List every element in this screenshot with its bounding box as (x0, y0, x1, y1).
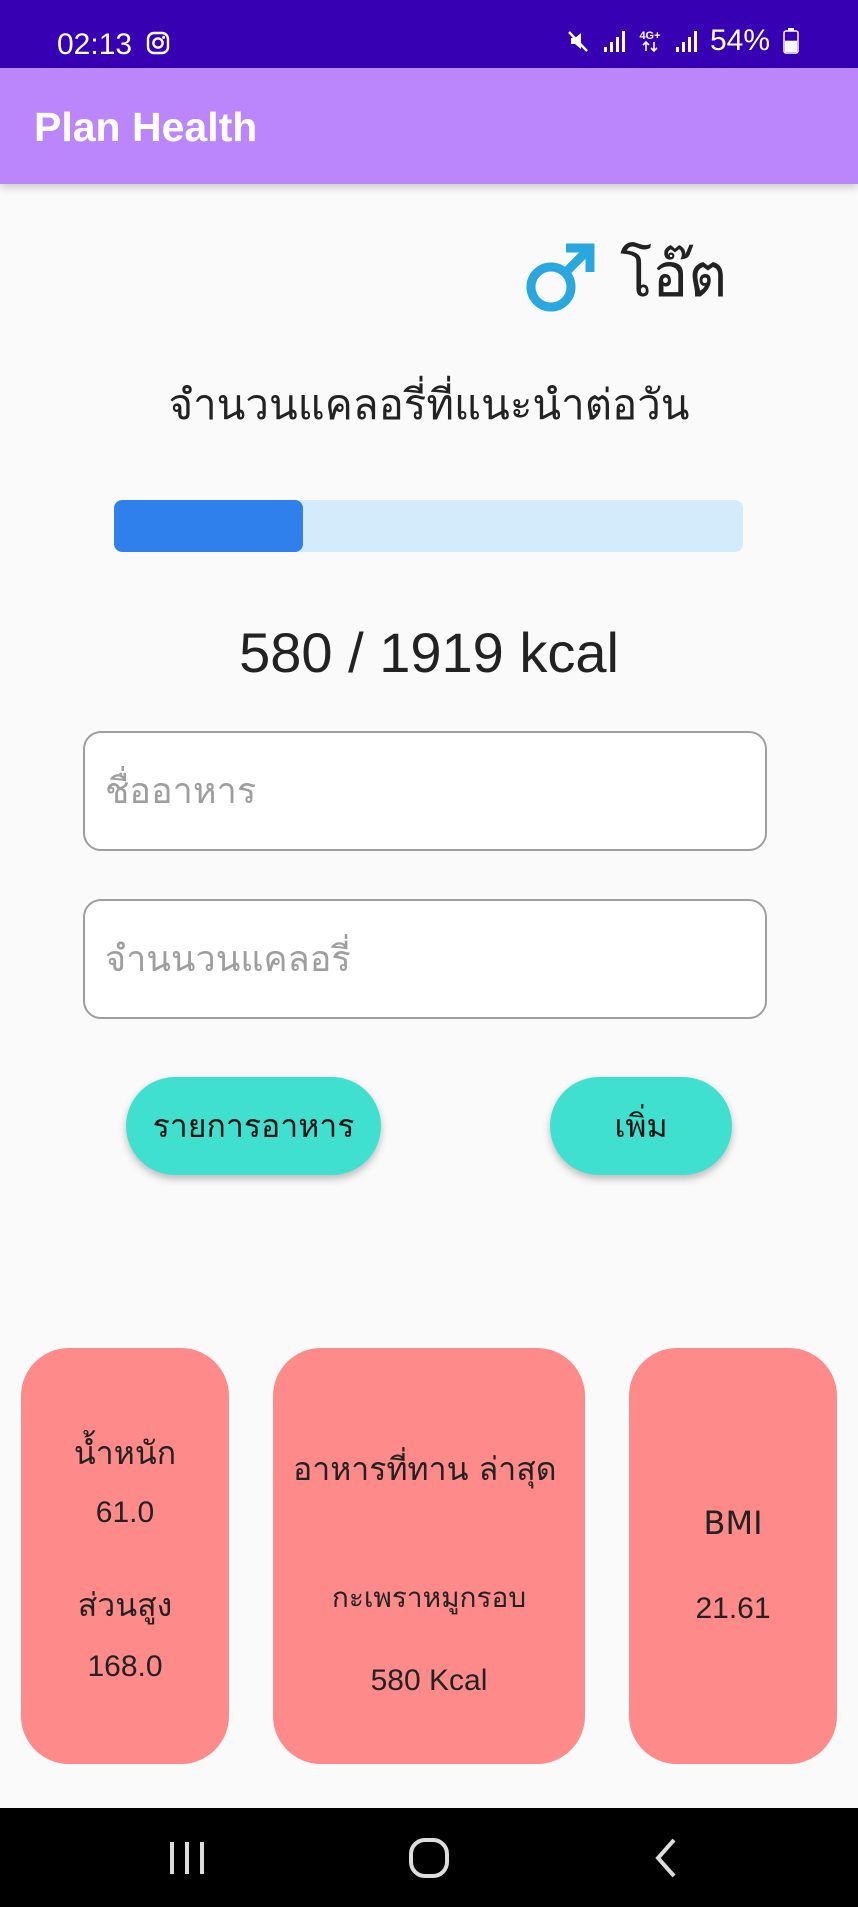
calorie-progress-bar (114, 500, 743, 552)
user-name: โอ๊ต (620, 241, 728, 311)
status-icons: 4G+ 54% (566, 24, 800, 58)
height-label: ส่วนสูง (77, 1586, 173, 1624)
app-bar: Plan Health (0, 68, 858, 184)
status-time: 02:13 (57, 28, 133, 61)
4g-icon: 4G+ (639, 30, 661, 53)
food-name-input[interactable] (83, 731, 767, 851)
daily-calorie-heading: จำนวนแคลอรี่ที่แนะนำต่อวัน (168, 380, 690, 429)
male-symbol-icon (526, 243, 595, 312)
calorie-readout: 580 / 1919 kcal (239, 621, 619, 684)
back-icon[interactable] (642, 1834, 692, 1882)
battery-percent: 54% (709, 24, 770, 57)
navigation-bar (0, 1808, 858, 1907)
recent-food-title: อาหารที่ทาน ล่าสุด (293, 1450, 557, 1488)
home-icon[interactable] (404, 1834, 454, 1882)
bmi-label: BMI (703, 1504, 763, 1542)
signal-icon (675, 31, 697, 52)
app-title: Plan Health (34, 104, 258, 150)
weight-value: 61.0 (95, 1496, 155, 1529)
calorie-amount-input[interactable] (83, 899, 767, 1019)
body-stats-card: น้ำหนัก 61.0 ส่วนสูง 168.0 (21, 1348, 229, 1764)
food-list-button[interactable]: รายการอาหาร (126, 1077, 381, 1175)
status-bar: 02:13 4G+ 54% (0, 0, 858, 68)
recent-food-card: อาหารที่ทาน ล่าสุด กะเพราหมูกรอบ 580 Kca… (273, 1348, 585, 1764)
recent-apps-icon[interactable] (162, 1834, 212, 1882)
signal-icon (603, 31, 625, 52)
bmi-card: BMI 21.61 (629, 1348, 837, 1764)
svg-text:4G+: 4G+ (639, 30, 660, 42)
recent-food-calories: 580 Kcal (370, 1664, 488, 1697)
mute-icon (568, 31, 588, 52)
instagram-icon (146, 31, 170, 55)
weight-label: น้ำหนัก (73, 1434, 177, 1472)
calorie-progress-fill (114, 500, 303, 552)
battery-icon (783, 28, 799, 54)
bmi-value: 21.61 (695, 1592, 771, 1625)
height-value: 168.0 (87, 1650, 163, 1683)
add-food-button[interactable]: เพิ่ม (550, 1077, 732, 1175)
recent-food-name: กะเพราหมูกรอบ (331, 1581, 527, 1614)
